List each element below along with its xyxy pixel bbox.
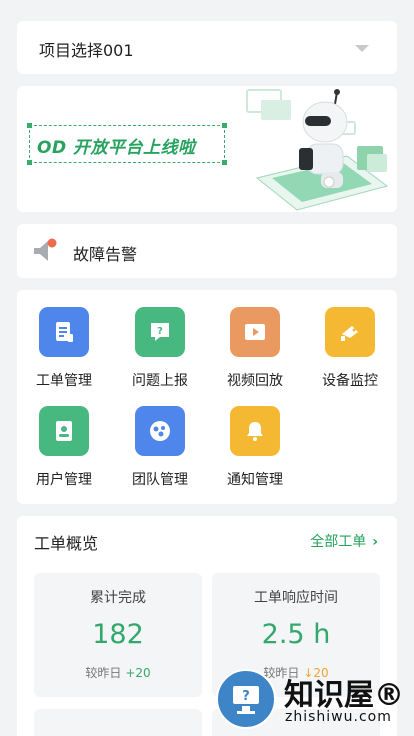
fault-alarm-bar[interactable]: 故障告警 xyxy=(17,224,397,278)
watermark-domain: zhishiwu.com xyxy=(285,709,392,725)
stat-card-placeholder[interactable] xyxy=(34,709,202,736)
stat-value: 182 xyxy=(92,619,144,650)
robot-illustration-icon xyxy=(246,89,389,211)
watermark-brand: 知识屋® xyxy=(284,678,404,713)
promo-banner[interactable]: OD 开放平台上线啦 xyxy=(17,86,397,212)
work-order-icon xyxy=(39,307,89,357)
video-playback-icon xyxy=(230,307,280,357)
overview-title: 工单概览 xyxy=(34,534,99,553)
function-grid: 工单管理 ? 问题上报 视频回放 设备监控 用户管理 团队管理 通知管理 xyxy=(17,290,397,504)
all-work-orders-link[interactable]: 全部工单 › xyxy=(310,531,378,551)
grid-item-work-order[interactable]: 工单管理 xyxy=(24,307,104,390)
grid-item-label: 用户管理 xyxy=(36,472,92,488)
svg-text:?: ? xyxy=(242,689,250,704)
grid-item-video-playback[interactable]: 视频回放 xyxy=(215,307,295,390)
watermark: ? 知识屋® zhishiwu.com xyxy=(214,666,414,736)
grid-item-label: 团队管理 xyxy=(132,472,188,488)
stat-name: 工单响应时间 xyxy=(254,590,338,606)
notification-icon xyxy=(230,406,280,456)
grid-item-label: 通知管理 xyxy=(227,472,283,488)
stat-compare-label: 较昨日 xyxy=(85,666,122,680)
speaker-icon xyxy=(34,238,57,261)
svg-text:?: ? xyxy=(157,326,163,337)
stat-value: 2.5 h xyxy=(261,619,331,650)
grid-item-user-manage[interactable]: 用户管理 xyxy=(24,406,104,489)
grid-item-label: 视频回放 xyxy=(227,373,283,389)
chevron-right-icon: › xyxy=(372,534,378,550)
stat-name: 累计完成 xyxy=(90,590,146,606)
watermark-logo-icon: ? xyxy=(216,669,276,729)
question-report-icon: ? xyxy=(135,307,185,357)
user-manage-icon xyxy=(39,406,89,456)
stat-compare: 较昨日 +20 xyxy=(34,664,202,681)
caret-down-icon[interactable] xyxy=(355,45,369,52)
all-work-orders-label: 全部工单 xyxy=(310,534,367,550)
stat-delta: +20 xyxy=(125,666,151,680)
device-monitor-icon xyxy=(325,307,375,357)
project-select[interactable]: 项目选择001 xyxy=(17,21,397,74)
grid-item-device-monitor[interactable]: 设备监控 xyxy=(310,307,390,390)
fault-alarm-label: 故障告警 xyxy=(73,245,138,264)
grid-item-question-report[interactable]: ? 问题上报 xyxy=(120,307,200,390)
team-manage-icon xyxy=(135,406,185,456)
grid-item-team-manage[interactable]: 团队管理 xyxy=(120,406,200,489)
project-select-label: 项目选择001 xyxy=(39,41,134,60)
grid-item-label: 问题上报 xyxy=(132,373,188,389)
grid-item-notification[interactable]: 通知管理 xyxy=(215,406,295,489)
banner-text: OD 开放平台上线啦 xyxy=(37,138,196,158)
grid-item-label: 工单管理 xyxy=(36,373,92,389)
stat-card-completed[interactable]: 累计完成 182 较昨日 +20 xyxy=(34,573,202,697)
grid-item-label: 设备监控 xyxy=(322,373,378,389)
